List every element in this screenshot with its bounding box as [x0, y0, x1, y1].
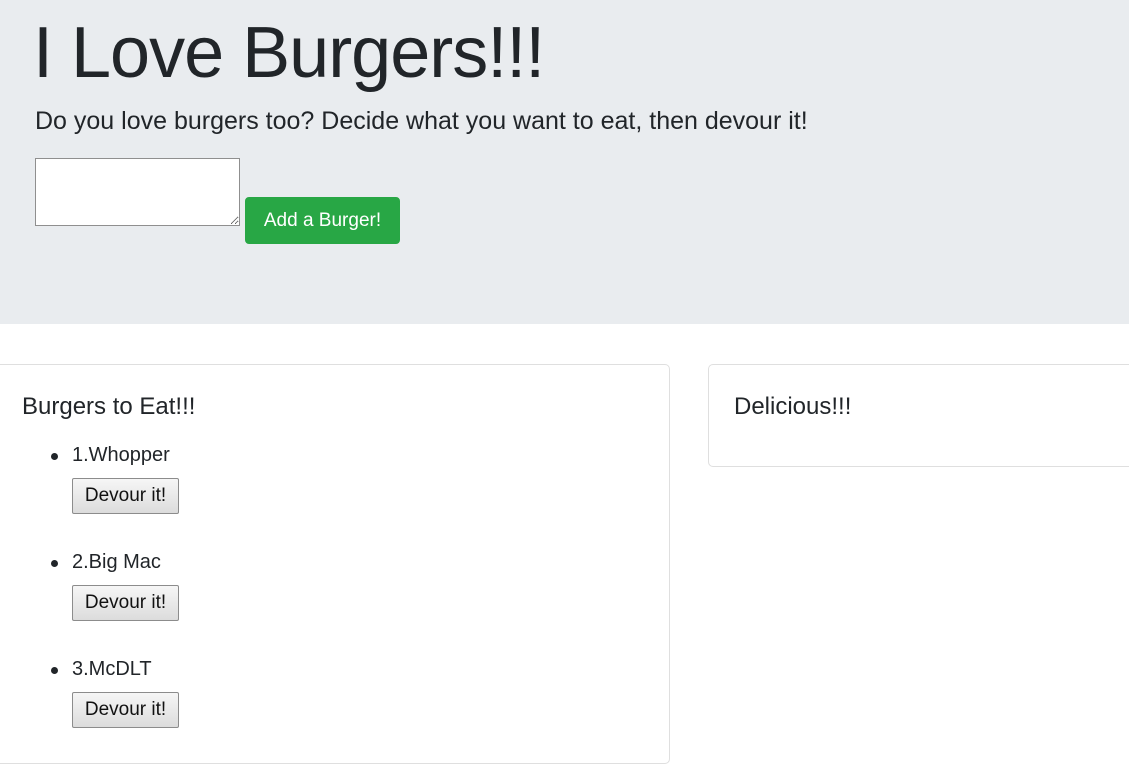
burger-name: 2.Big Mac — [72, 551, 161, 573]
delicious-card: Delicious!!! — [708, 364, 1129, 467]
burger-name: 1.Whopper — [72, 444, 170, 466]
devour-button[interactable]: Devour it! — [72, 478, 179, 514]
page-subtitle: Do you love burgers too? Decide what you… — [35, 107, 808, 135]
list-item: 3.McDLT Devour it! — [0, 657, 395, 757]
bullet-icon — [51, 453, 58, 460]
burgers-to-eat-title: Burgers to Eat!!! — [22, 393, 196, 420]
add-burger-button[interactable]: Add a Burger! — [245, 197, 400, 244]
burger-name-input[interactable] — [35, 158, 240, 226]
delicious-title: Delicious!!! — [734, 393, 852, 420]
burgers-to-eat-card: Burgers to Eat!!! 1.Whopper Devour it! 2… — [0, 364, 670, 764]
burger-name: 3.McDLT — [72, 658, 152, 680]
bullet-icon — [51, 667, 58, 674]
list-item: 2.Big Mac Devour it! — [0, 550, 395, 650]
header-jumbotron: I Love Burgers!!! Do you love burgers to… — [0, 0, 1129, 324]
list-item: 1.Whopper Devour it! — [0, 443, 395, 543]
bullet-icon — [51, 560, 58, 567]
devour-button[interactable]: Devour it! — [72, 585, 179, 621]
page-title: I Love Burgers!!! — [33, 13, 545, 93]
devour-button[interactable]: Devour it! — [72, 692, 179, 728]
